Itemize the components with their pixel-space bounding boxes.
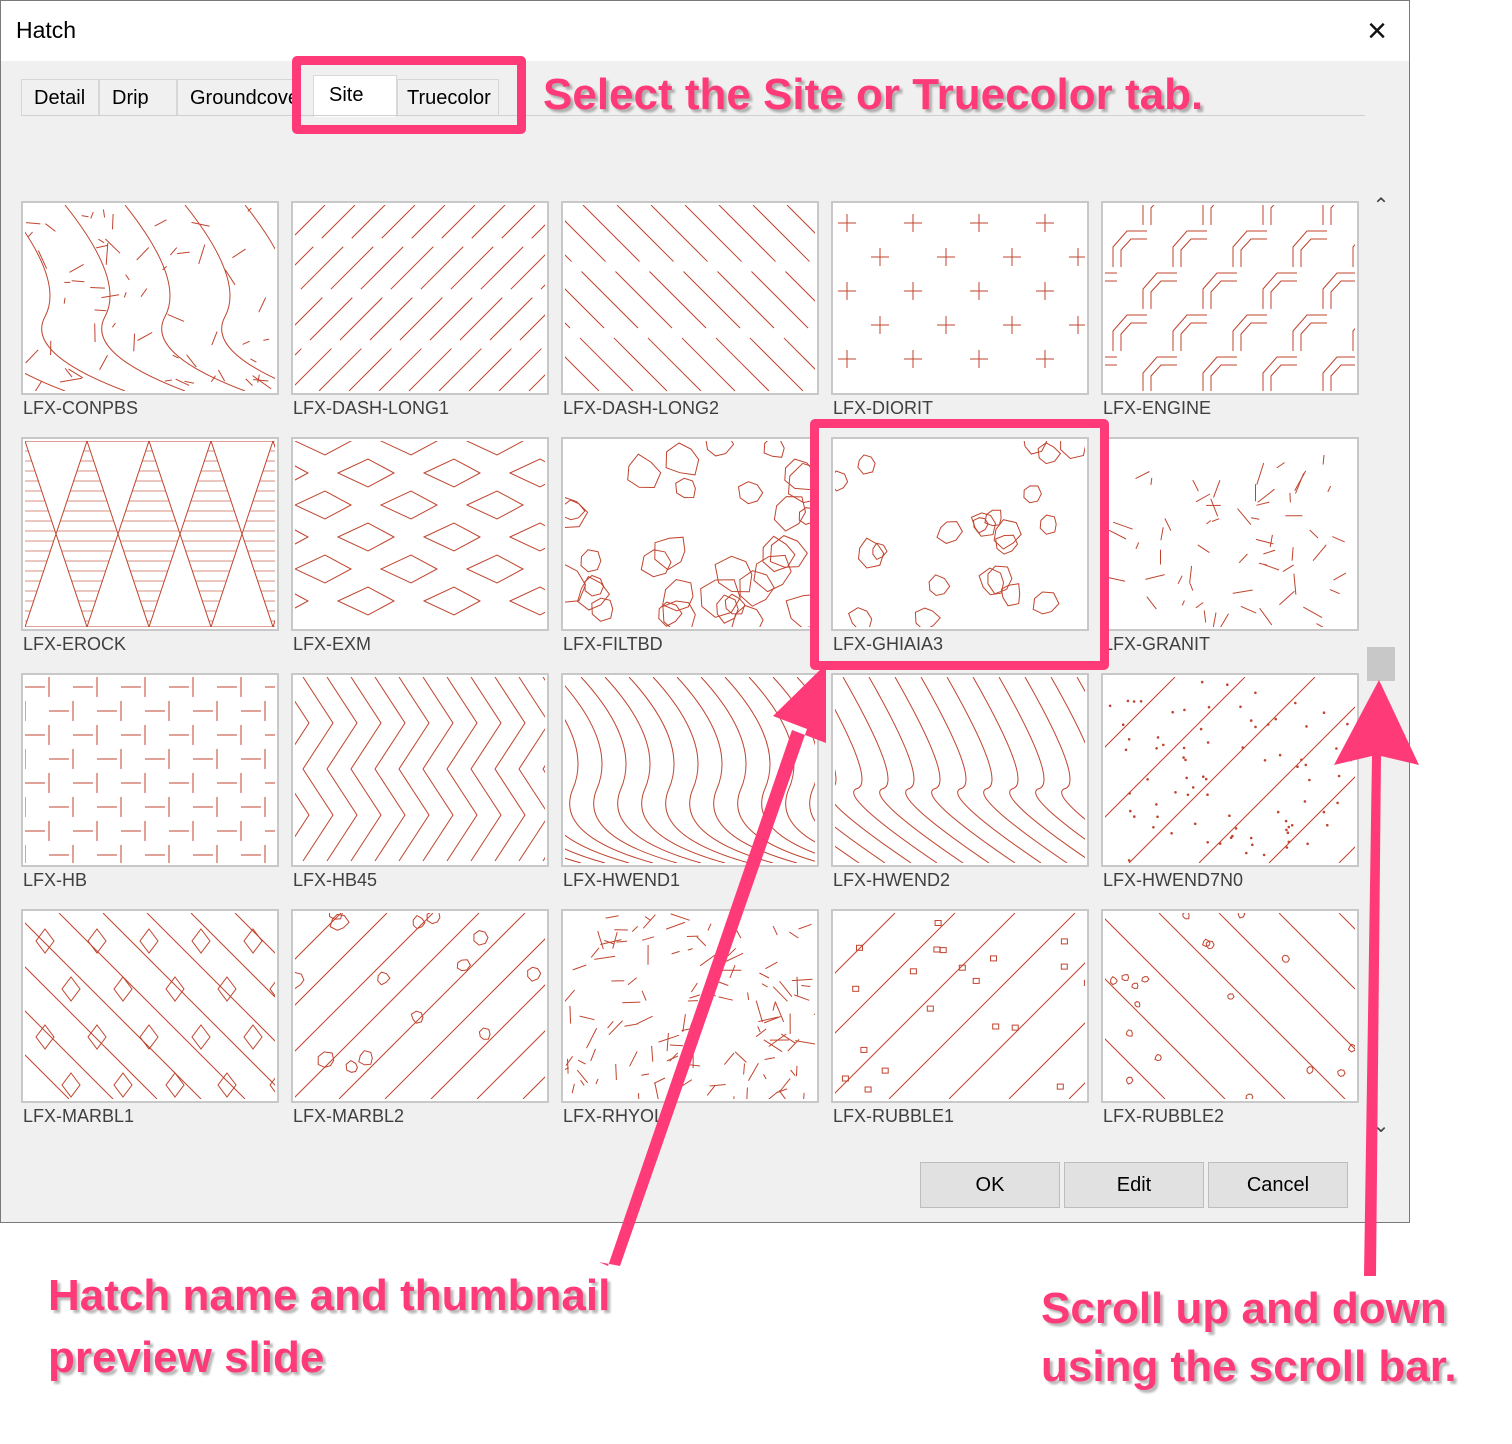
thumbnail-tip-line2: preview slide <box>48 1333 325 1382</box>
scroll-tip-line2: using the scroll bar. <box>1041 1342 1457 1391</box>
annotation-arrows <box>599 664 1419 1276</box>
thumbnail-arrow <box>599 664 826 1266</box>
tab-tip-callout: Select the Site or Truecolor tab. <box>543 70 1204 119</box>
thumbnail-tip-line1: Hatch name and thumbnail <box>48 1271 611 1320</box>
scrollbar-arrow <box>1334 680 1419 1276</box>
scroll-tip-line1: Scroll up and down <box>1041 1284 1447 1333</box>
